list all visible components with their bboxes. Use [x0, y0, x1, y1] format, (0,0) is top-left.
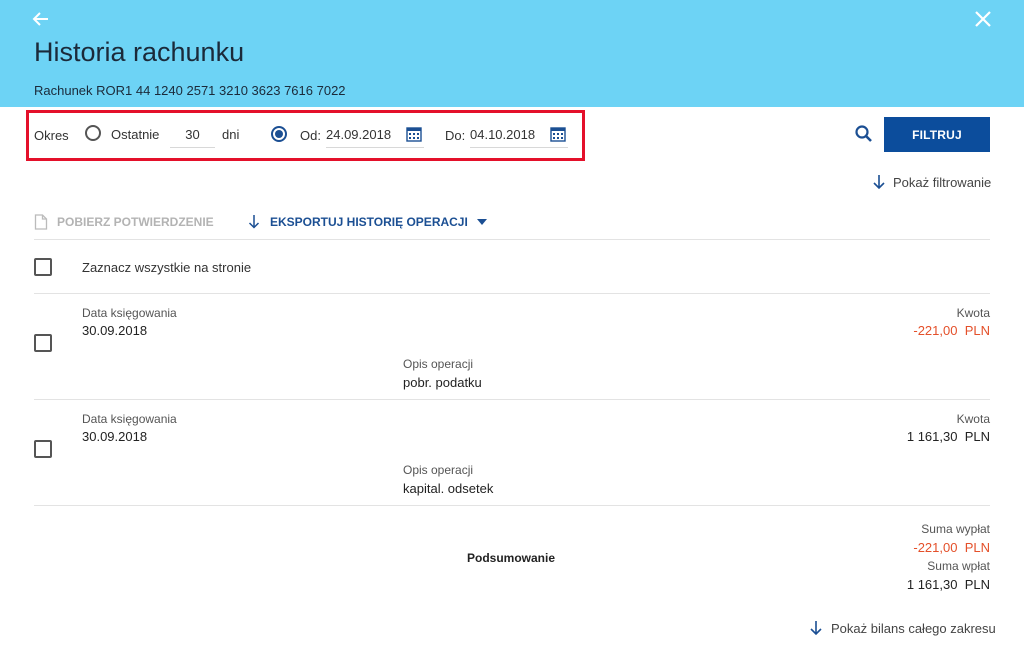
amount-label: Kwota: [956, 412, 990, 426]
description-label: Opis operacji: [403, 357, 474, 371]
period-label: Okres: [34, 128, 69, 143]
arrow-down-icon: [810, 621, 822, 636]
show-balance-link[interactable]: Pokaż bilans całego zakresu: [808, 620, 996, 636]
summary-label: Podsumowanie: [467, 551, 556, 565]
calendar-icon[interactable]: [406, 126, 422, 142]
divider: [34, 399, 990, 400]
download-confirmation-label: POBIERZ POTWIERDZENIE: [57, 215, 214, 229]
amount-label: Kwota: [956, 306, 990, 320]
posting-date-label: Data księgowania: [82, 306, 177, 320]
amount: -221,00: [913, 323, 958, 338]
last-days-input[interactable]: 30: [170, 124, 215, 148]
transaction-checkbox[interactable]: [34, 334, 52, 352]
page-title: Historia rachunku: [34, 37, 245, 67]
export-history-button[interactable]: EKSPORTUJ HISTORIĘ OPERACJI: [247, 214, 488, 230]
deposits-amount: 1 161,30: [906, 577, 958, 592]
radio-date-range[interactable]: [271, 126, 287, 142]
description: pobr. podatku: [403, 375, 482, 390]
from-label: Od:: [300, 128, 321, 143]
page-header: Historia rachunku Rachunek ROR1 44 1240 …: [0, 0, 1024, 107]
show-balance-label: Pokaż bilans całego zakresu: [831, 620, 996, 636]
to-label: Do:: [445, 128, 466, 143]
posting-date: 30.09.2018: [82, 323, 148, 338]
show-filtering-label: Pokaż filtrowanie: [893, 174, 992, 190]
back-arrow-icon[interactable]: [30, 8, 52, 30]
close-icon[interactable]: [972, 8, 994, 30]
download-confirmation-button: POBIERZ POTWIERDZENIE: [34, 214, 214, 230]
select-all-checkbox[interactable]: [34, 258, 52, 276]
withdrawals-amount: -221,00: [913, 540, 958, 555]
show-filtering-link[interactable]: Pokaż filtrowanie: [871, 174, 991, 190]
description: kapital. odsetek: [403, 481, 494, 496]
transaction-checkbox[interactable]: [34, 440, 52, 458]
days-label: dni: [222, 127, 240, 142]
deposits-currency: PLN: [964, 577, 990, 592]
deposits-value: 1 161,30 PLN: [840, 577, 990, 592]
export-history-label: EKSPORTUJ HISTORIĘ OPERACJI: [270, 215, 468, 229]
divider: [34, 239, 990, 240]
download-arrow-icon: [248, 215, 260, 229]
currency: PLN: [964, 429, 990, 444]
withdrawals-value: -221,00 PLN: [840, 540, 990, 555]
radio-last-days[interactable]: [85, 125, 101, 141]
posting-date: 30.09.2018: [82, 429, 148, 444]
search-icon[interactable]: [854, 124, 874, 144]
filter-button[interactable]: FILTRUJ: [884, 117, 990, 152]
amount-value: -221,00 PLN: [840, 323, 990, 338]
deposits-label: Suma wpłat: [927, 559, 990, 573]
currency: PLN: [964, 323, 990, 338]
select-all-label: Zaznacz wszystkie na stronie: [82, 260, 252, 275]
last-label: Ostatnie: [111, 127, 160, 142]
arrow-down-icon: [873, 175, 885, 190]
divider: [34, 505, 990, 506]
description-label: Opis operacji: [403, 463, 474, 477]
posting-date-label: Data księgowania: [82, 412, 177, 426]
withdrawals-label: Suma wypłat: [921, 522, 990, 536]
divider: [34, 293, 990, 294]
account-number: Rachunek ROR1 44 1240 2571 3210 3623 761…: [34, 83, 346, 98]
withdrawals-currency: PLN: [964, 540, 990, 555]
amount: 1 161,30: [906, 429, 958, 444]
caret-down-icon: [476, 219, 487, 225]
amount-value: 1 161,30 PLN: [840, 429, 990, 444]
calendar-icon[interactable]: [550, 126, 566, 142]
document-icon: [34, 214, 48, 230]
